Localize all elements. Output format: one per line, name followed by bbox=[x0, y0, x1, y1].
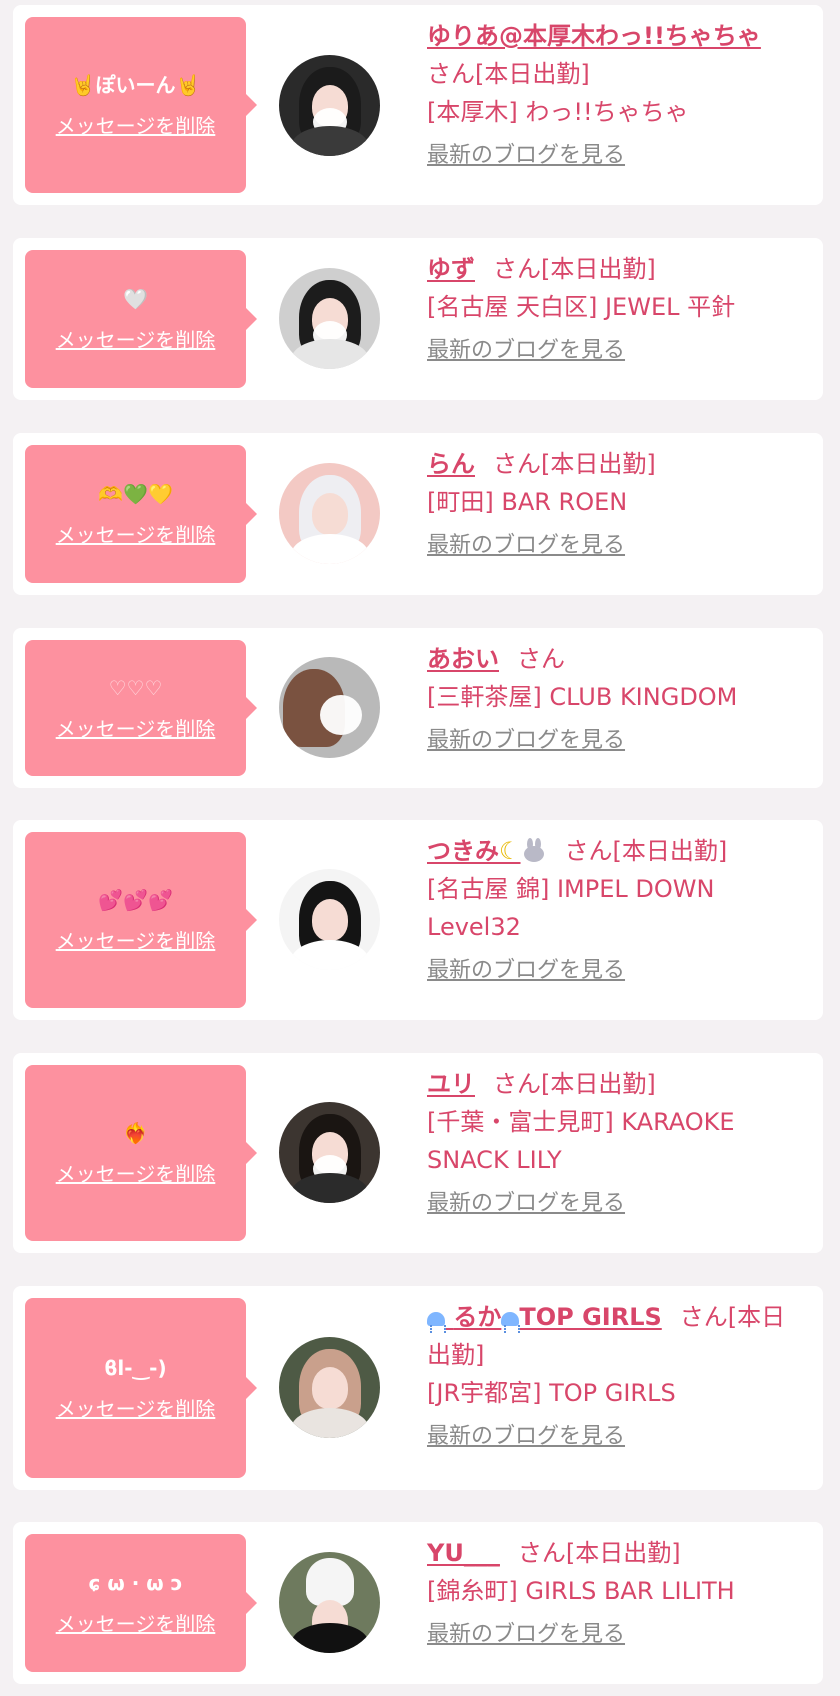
message-card: ϐl-‿-) メッセージを削除 るか TOP GIRLS さん[本日出勤] [JR宇… bbox=[13, 1286, 823, 1490]
message-bubble: ❤️‍🔥 メッセージを削除 bbox=[25, 1065, 257, 1241]
honorific: さん bbox=[493, 1070, 541, 1098]
view-blog-link[interactable]: 最新のブログを見る bbox=[427, 1620, 625, 1650]
status-badge: [本日出勤] bbox=[541, 255, 656, 283]
honorific: さん bbox=[493, 255, 541, 283]
view-blog-link[interactable]: 最新のブログを見る bbox=[427, 956, 625, 986]
delete-message-link[interactable]: メッセージを削除 bbox=[56, 519, 216, 548]
avatar[interactable] bbox=[279, 268, 380, 369]
message-card: 💕💕💕 メッセージを削除 つきみ☾ さん[本日出勤] [名古屋 錦] IMPEL … bbox=[13, 820, 823, 1020]
shop-text: [町田] BAR ROEN bbox=[427, 488, 628, 516]
message-card: 🤍 メッセージを削除 ゆず さん[本日出勤] [名古屋 天白区] JEWEL 平針… bbox=[13, 238, 823, 400]
honorific: さん bbox=[517, 1539, 566, 1567]
profile-name-link[interactable]: らん bbox=[427, 450, 475, 478]
view-blog-link[interactable]: 最新のブログを見る bbox=[427, 531, 625, 561]
delete-message-link[interactable]: メッセージを削除 bbox=[56, 1158, 216, 1187]
shop-text: [名古屋 錦] IMPEL DOWN Level32 bbox=[427, 875, 715, 941]
message-bubble: 🫶💚💛 メッセージを削除 bbox=[25, 445, 257, 583]
delete-message-link[interactable]: メッセージを削除 bbox=[56, 1608, 216, 1637]
shop-text: [本厚木] わっ!!ちゃちゃ bbox=[427, 98, 689, 126]
jellyfish-icon bbox=[427, 1312, 446, 1333]
message-card: 🫶💚💛 メッセージを削除 らん さん[本日出勤] [町田] BAR ROEN 最新… bbox=[13, 433, 823, 595]
profile-name-link[interactable]: ユリ bbox=[427, 1070, 475, 1098]
view-blog-link[interactable]: 最新のブログを見る bbox=[427, 336, 625, 366]
shop-text: [千葉・富士見町] KARAOKE SNACK LILY bbox=[427, 1108, 735, 1174]
honorific: さん bbox=[427, 60, 475, 88]
view-blog-link[interactable]: 最新のブログを見る bbox=[427, 1422, 625, 1452]
status-badge: [本日出勤] bbox=[541, 450, 656, 478]
avatar[interactable] bbox=[279, 463, 380, 564]
view-blog-link[interactable]: 最新のブログを見る bbox=[427, 141, 625, 171]
profile-name-link[interactable]: ゆず bbox=[427, 255, 475, 283]
view-blog-link[interactable]: 最新のブログを見る bbox=[427, 1189, 625, 1219]
message-list: 🤘ぽいーん🤘 メッセージを削除 ゆりあ@本厚木わっ!!ちゃちゃ さん[本日出勤]… bbox=[0, 0, 840, 1696]
delete-message-link[interactable]: メッセージを削除 bbox=[56, 925, 216, 954]
avatar[interactable] bbox=[279, 1102, 380, 1203]
honorific: さん bbox=[679, 1303, 728, 1331]
status-badge: [本日出勤] bbox=[541, 1070, 656, 1098]
message-bubble: ϐl-‿-) メッセージを削除 bbox=[25, 1298, 257, 1478]
message-text: 🤘ぽいーん🤘 bbox=[70, 72, 201, 97]
message-card: ɕ ω · ω ɔ メッセージを削除 YU___ さん[本日出勤] [錦糸町] G… bbox=[13, 1522, 823, 1684]
jellyfish-icon bbox=[501, 1312, 521, 1333]
honorific: さん bbox=[493, 450, 541, 478]
bunny-icon bbox=[521, 838, 547, 862]
message-card: ❤️‍🔥 メッセージを削除 ユリ さん[本日出勤] [千葉・富士見町] KARAO… bbox=[13, 1053, 823, 1253]
moon-icon: ☾ bbox=[499, 837, 521, 865]
delete-message-link[interactable]: メッセージを削除 bbox=[56, 1393, 216, 1422]
status-badge: [本日出勤] bbox=[612, 837, 728, 865]
shop-text: [三軒茶屋] CLUB KINGDOM bbox=[427, 683, 738, 711]
status-badge: [本日出勤] bbox=[475, 60, 590, 88]
profile-name-link[interactable]: つきみ☾ bbox=[427, 837, 547, 865]
message-bubble: 💕💕💕 メッセージを削除 bbox=[25, 832, 257, 1008]
view-blog-link[interactable]: 最新のブログを見る bbox=[427, 726, 625, 756]
message-text: ɕ ω · ω ɔ bbox=[88, 1570, 183, 1595]
shop-text: [名古屋 天白区] JEWEL 平針 bbox=[427, 293, 736, 321]
delete-message-link[interactable]: メッセージを削除 bbox=[56, 713, 216, 742]
message-text: 🤍 bbox=[123, 286, 148, 311]
avatar[interactable] bbox=[279, 1337, 380, 1438]
status-badge: [本日出勤] bbox=[565, 1539, 681, 1567]
honorific: さん bbox=[564, 837, 613, 865]
message-text: ♡♡♡ bbox=[108, 675, 163, 700]
message-text: 🫶💚💛 bbox=[98, 481, 173, 506]
delete-message-link[interactable]: メッセージを削除 bbox=[56, 110, 216, 139]
profile-name-link[interactable]: YU___ bbox=[427, 1539, 500, 1567]
message-bubble: ♡♡♡ メッセージを削除 bbox=[25, 640, 257, 776]
avatar[interactable] bbox=[279, 55, 380, 156]
avatar[interactable] bbox=[279, 1552, 380, 1653]
message-card: 🤘ぽいーん🤘 メッセージを削除 ゆりあ@本厚木わっ!!ちゃちゃ さん[本日出勤]… bbox=[13, 5, 823, 205]
profile-name-link[interactable]: あおい bbox=[427, 645, 499, 673]
honorific: さん bbox=[517, 645, 565, 673]
profile-name-link[interactable]: ゆりあ@本厚木わっ!!ちゃちゃ bbox=[427, 22, 761, 50]
delete-message-link[interactable]: メッセージを削除 bbox=[56, 324, 216, 353]
shop-text: [JR宇都宮] TOP GIRLS bbox=[427, 1379, 676, 1407]
message-text: ϐl-‿-) bbox=[104, 1355, 167, 1380]
message-card: ♡♡♡ メッセージを削除 あおい さん [三軒茶屋] CLUB KINGDOM 最… bbox=[13, 628, 823, 788]
profile-name-link[interactable]: るか TOP GIRLS bbox=[427, 1303, 662, 1333]
message-bubble: 🤍 メッセージを削除 bbox=[25, 250, 257, 388]
avatar[interactable] bbox=[279, 869, 380, 970]
message-bubble: ɕ ω · ω ɔ メッセージを削除 bbox=[25, 1534, 257, 1672]
message-text: ❤️‍🔥 bbox=[123, 1120, 148, 1145]
shop-text: [錦糸町] GIRLS BAR LILITH bbox=[427, 1577, 735, 1605]
avatar[interactable] bbox=[279, 657, 380, 758]
message-text: 💕💕💕 bbox=[98, 887, 173, 912]
message-bubble: 🤘ぽいーん🤘 メッセージを削除 bbox=[25, 17, 257, 193]
